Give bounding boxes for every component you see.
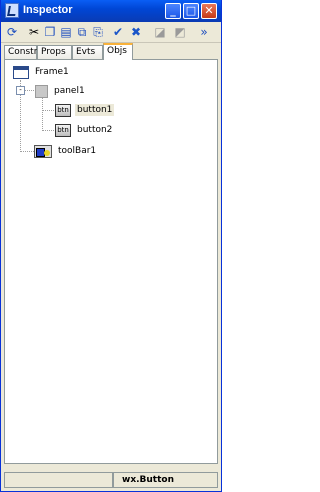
move-up-icon[interactable]: ◪ bbox=[153, 25, 167, 39]
tree-node-label: button1 bbox=[75, 104, 115, 116]
tree-line bbox=[20, 151, 34, 152]
overflow-icon[interactable]: » bbox=[197, 25, 211, 39]
inspector-toolbar: ⟳ ✂ ❐ ▤ ⧉ ⎘ ✔ ✖ ◪ ◩ » bbox=[1, 22, 221, 43]
tree-node-label: panel1 bbox=[54, 86, 85, 96]
tree-node-label: button2 bbox=[77, 125, 113, 135]
duplicate-icon[interactable]: ⧉ bbox=[75, 25, 89, 39]
status-bar: wx.Button bbox=[4, 472, 218, 488]
tree-node-frame1[interactable]: Frame1 bbox=[13, 64, 71, 80]
copy-icon[interactable]: ❐ bbox=[43, 25, 57, 39]
window-title: Inspector bbox=[23, 4, 73, 16]
status-class-name: wx.Button bbox=[113, 472, 218, 488]
minimize-button[interactable]: _ bbox=[165, 3, 181, 19]
move-down-icon[interactable]: ◩ bbox=[173, 25, 187, 39]
tree-node-label: Frame1 bbox=[35, 67, 69, 77]
button-icon: btn bbox=[55, 123, 71, 137]
tab-props[interactable]: Props bbox=[37, 45, 72, 59]
refresh-icon[interactable]: ⟳ bbox=[5, 25, 19, 39]
tab-evts[interactable]: Evts bbox=[72, 45, 103, 59]
frame-icon bbox=[13, 65, 29, 79]
tree-node-panel1[interactable]: panel1 bbox=[35, 83, 87, 99]
tree-node-label: toolBar1 bbox=[58, 146, 97, 156]
inspector-icon bbox=[5, 3, 19, 18]
tree-line bbox=[42, 110, 54, 111]
tree-line bbox=[42, 130, 54, 131]
paste-icon[interactable]: ▤ bbox=[59, 25, 73, 39]
toolbar-icon bbox=[34, 144, 52, 158]
check-icon[interactable]: ✔ bbox=[111, 25, 125, 39]
tab-bar: Constr Props Evts Objs bbox=[1, 43, 221, 60]
tree-node-button2[interactable]: btn button2 bbox=[55, 122, 114, 138]
tree-node-toolbar1[interactable]: toolBar1 bbox=[34, 143, 98, 159]
collapse-toggle[interactable]: - bbox=[16, 86, 25, 95]
tab-objs[interactable]: Objs bbox=[103, 43, 133, 60]
status-cell-empty bbox=[4, 472, 113, 488]
tree-line bbox=[42, 98, 43, 131]
object-tree[interactable]: Frame1 - panel1 btn button1 btn button2 … bbox=[4, 59, 218, 464]
cancel-icon[interactable]: ✖ bbox=[129, 25, 143, 39]
panel-icon bbox=[35, 84, 48, 98]
cut-icon[interactable]: ✂ bbox=[27, 25, 41, 39]
inspector-window: Inspector _ □ ✕ ⟳ ✂ ❐ ▤ ⧉ ⎘ ✔ ✖ ◪ ◩ » Co… bbox=[0, 0, 222, 492]
title-bar[interactable]: Inspector _ □ ✕ bbox=[1, 0, 221, 22]
tab-constr[interactable]: Constr bbox=[4, 45, 37, 59]
button-icon: btn bbox=[55, 103, 71, 117]
document-icon[interactable]: ⎘ bbox=[91, 25, 105, 39]
close-button[interactable]: ✕ bbox=[201, 3, 217, 19]
maximize-button[interactable]: □ bbox=[183, 3, 199, 19]
tree-node-button1[interactable]: btn button1 bbox=[55, 102, 115, 118]
